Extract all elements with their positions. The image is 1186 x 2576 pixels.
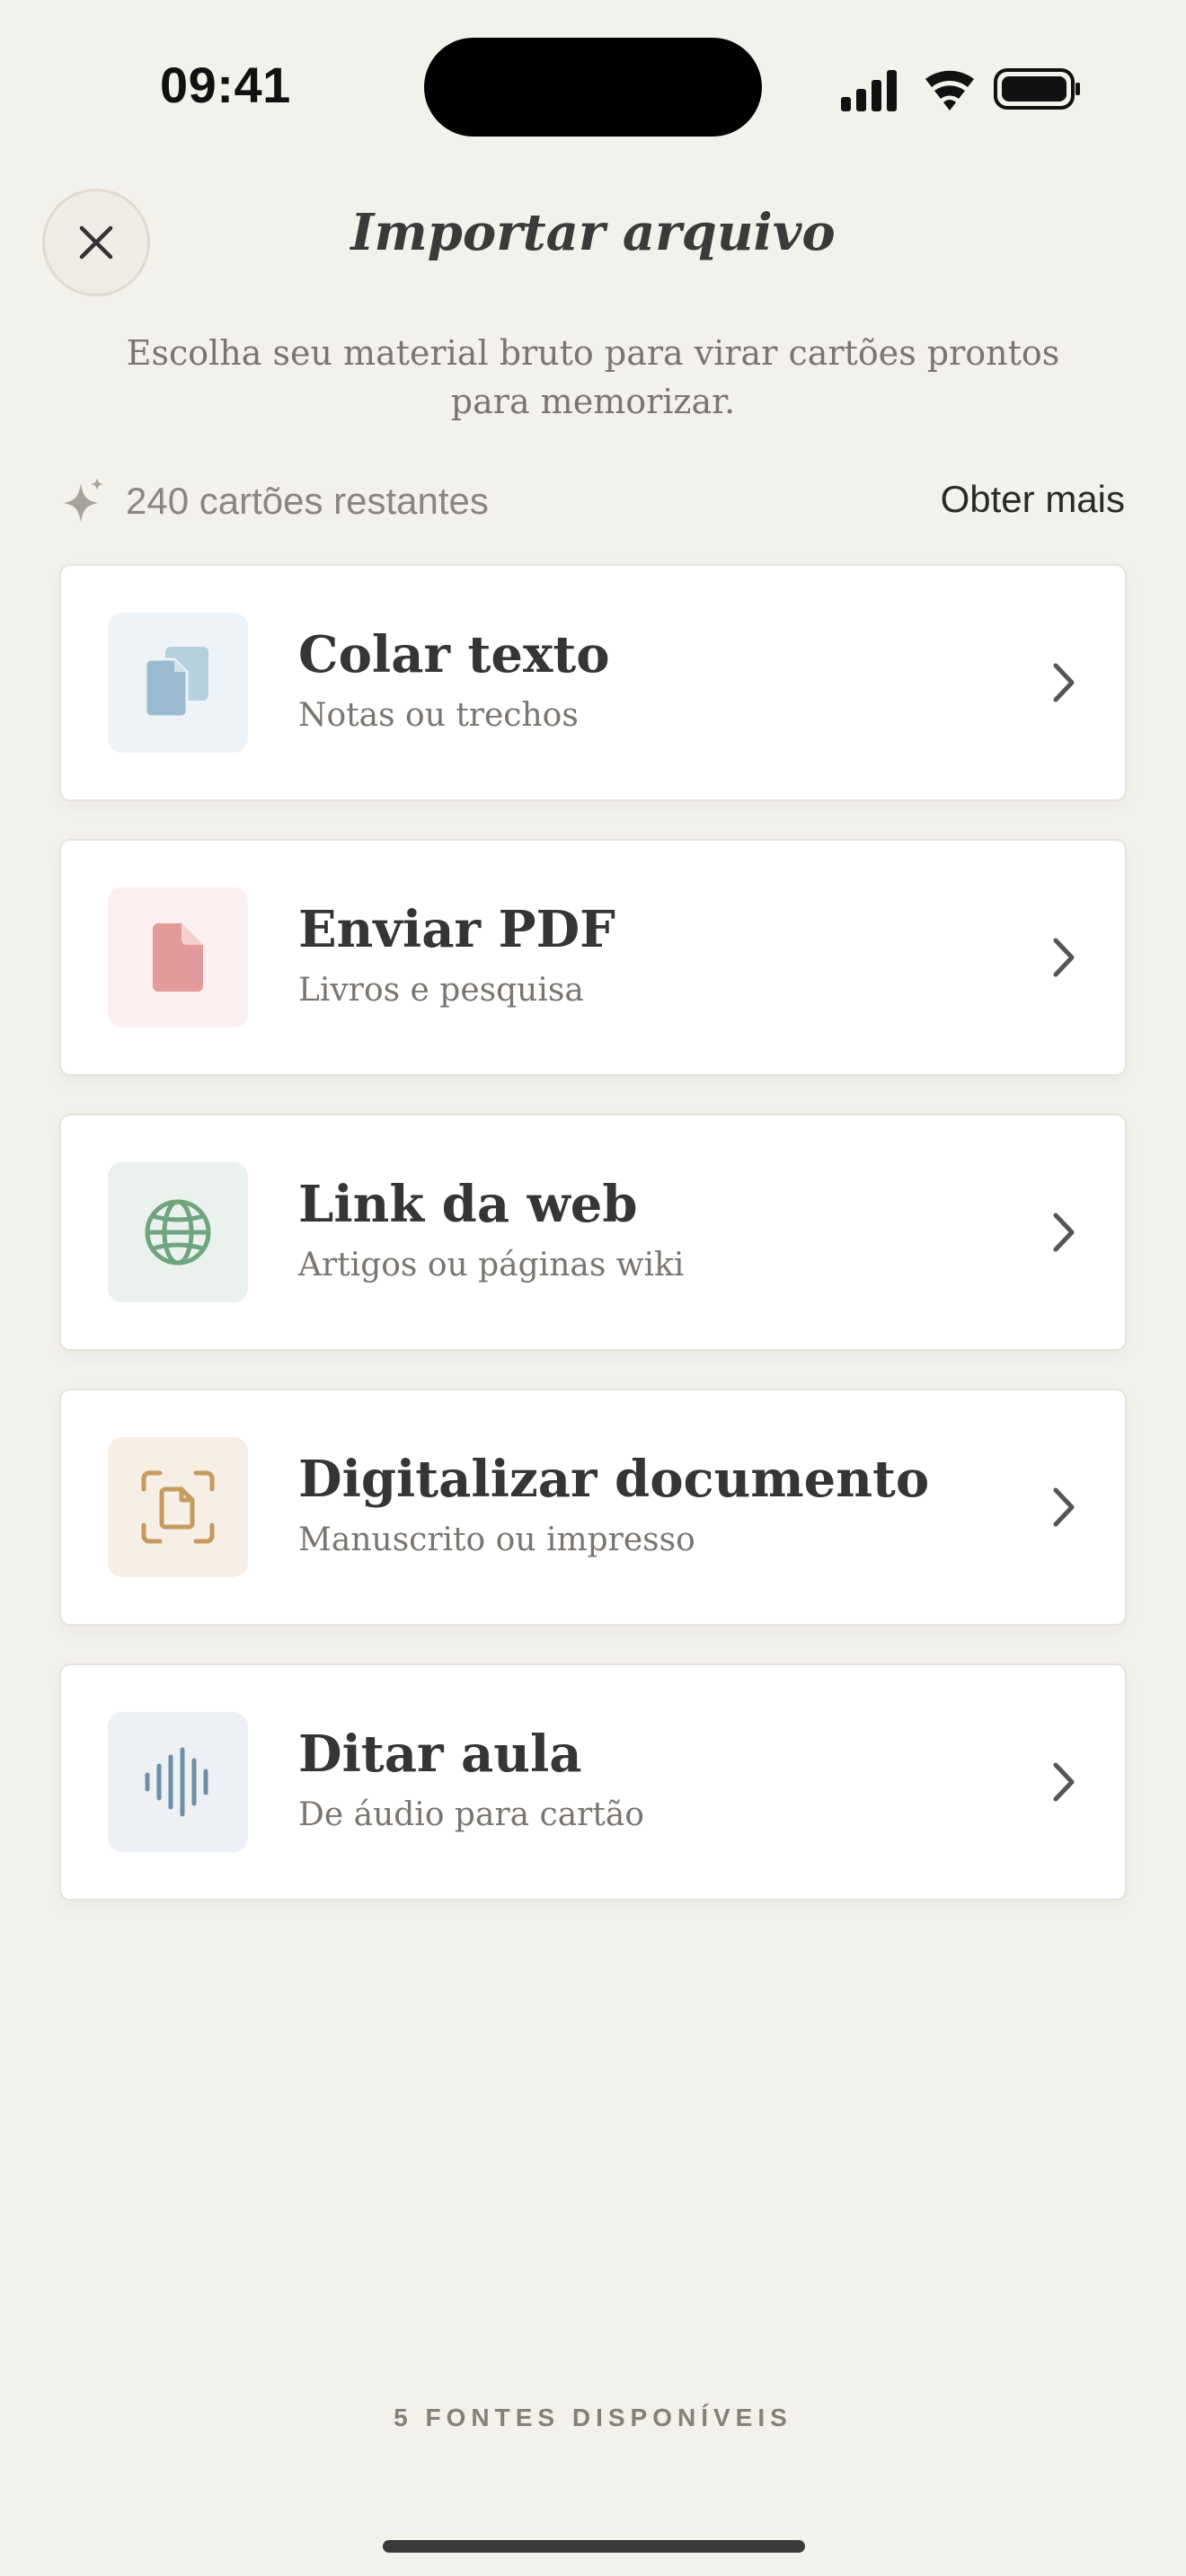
source-subtitle: De áudio para cartão bbox=[298, 1796, 644, 1833]
source-title: Link da web bbox=[298, 1175, 638, 1234]
credits-remaining: 240 cartões restantes bbox=[126, 480, 489, 522]
chevron-right-icon bbox=[1053, 1213, 1075, 1252]
pdf-file-icon bbox=[153, 923, 203, 992]
source-title: Digitalizar documento bbox=[298, 1450, 930, 1509]
battery-icon bbox=[994, 68, 1080, 110]
source-subtitle: Artigos ou páginas wiki bbox=[298, 1247, 685, 1284]
chevron-right-icon bbox=[1053, 663, 1075, 702]
scan-document-icon bbox=[141, 1470, 215, 1544]
source-card-scan-document[interactable]: Digitalizar documento Manuscrito ou impr… bbox=[59, 1389, 1127, 1626]
source-title: Enviar PDF bbox=[298, 900, 615, 959]
sparkle-icon bbox=[63, 478, 103, 523]
source-card-web-link[interactable]: Link da web Artigos ou páginas wiki bbox=[59, 1114, 1127, 1351]
tile-scan bbox=[108, 1437, 248, 1577]
source-subtitle: Manuscrito ou impresso bbox=[298, 1522, 695, 1558]
chevron-right-icon bbox=[1053, 1487, 1075, 1527]
status-icons bbox=[841, 68, 1080, 111]
globe-icon bbox=[145, 1199, 211, 1266]
page-subtitle: Escolha seu material bruto para virar ca… bbox=[126, 333, 1060, 421]
chevron-right-icon bbox=[1053, 1762, 1075, 1802]
source-subtitle: Livros e pesquisa bbox=[298, 972, 584, 1009]
tile-paste bbox=[108, 613, 248, 753]
source-card-paste-text[interactable]: Colar texto Notas ou trechos bbox=[59, 564, 1127, 801]
source-card-dictate-lecture[interactable]: Ditar aula De áudio para cartão bbox=[59, 1663, 1127, 1901]
tile-web bbox=[108, 1162, 248, 1302]
sources-count-label: 5 FONTES DISPONÍVEIS bbox=[394, 2404, 792, 2431]
chevron-right-icon bbox=[1053, 938, 1075, 977]
page-title: Importar arquivo bbox=[350, 203, 836, 262]
get-more-link[interactable]: Obter mais bbox=[941, 478, 1125, 521]
source-subtitle: Notas ou trechos bbox=[298, 697, 579, 734]
tile-audio bbox=[108, 1712, 248, 1852]
dynamic-island bbox=[424, 38, 762, 137]
source-card-upload-pdf[interactable]: Enviar PDF Livros e pesquisa bbox=[59, 839, 1127, 1076]
waveform-icon bbox=[145, 1747, 208, 1817]
home-indicator[interactable] bbox=[383, 2540, 805, 2553]
source-title: Colar texto bbox=[298, 625, 610, 684]
paste-icon bbox=[144, 647, 208, 719]
status-time: 09:41 bbox=[160, 57, 291, 113]
source-title: Ditar aula bbox=[298, 1725, 582, 1784]
wifi-icon bbox=[925, 70, 974, 110]
cellular-signal-icon bbox=[841, 70, 897, 111]
tile-pdf bbox=[108, 887, 248, 1028]
